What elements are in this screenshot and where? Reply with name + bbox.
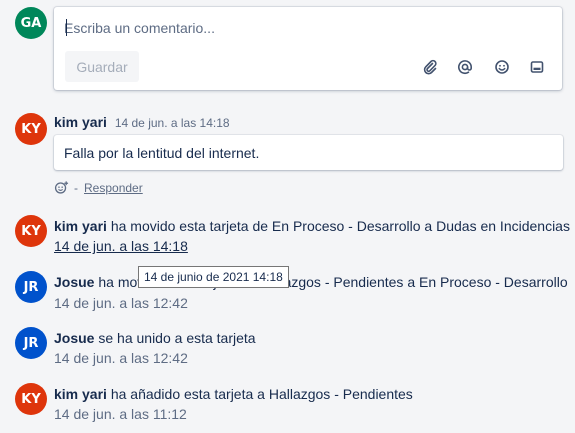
activity-time[interactable]: 14 de jun. a las 11:12 <box>54 406 187 422</box>
author-name[interactable]: kim yari <box>54 386 107 402</box>
comment-composer: Guardar <box>54 7 562 90</box>
activity-time[interactable]: 14 de jun. a las 12:42 <box>54 295 188 311</box>
author-name[interactable]: kim yari <box>54 218 107 234</box>
activity-description: se ha unido a esta tarjeta <box>98 330 256 346</box>
avatar[interactable]: GA <box>15 7 47 39</box>
activity-text: Josue ha movido esta tarjeta de Hallazgo… <box>54 274 568 290</box>
add-reaction-icon[interactable] <box>54 180 69 195</box>
activity-description: ha añadido esta tarjeta a Hallazgos - Pe… <box>110 386 413 402</box>
avatar-initials: JR <box>23 335 39 351</box>
avatar[interactable]: KY <box>15 215 47 247</box>
activity-time[interactable]: 14 de jun. a las 14:18 <box>54 238 188 254</box>
avatar[interactable]: KY <box>15 113 47 145</box>
avatar-initials: KY <box>21 391 41 407</box>
activity-text: kim yari ha añadido esta tarjeta a Halla… <box>54 386 413 402</box>
avatar-initials: JR <box>23 279 39 295</box>
avatar-initials: KY <box>21 223 41 239</box>
activity-description: ha movido esta tarjeta de En Proceso - D… <box>110 218 570 234</box>
comment-header: kim yari 14 de jun. a las 14:18 <box>54 114 230 130</box>
save-button[interactable]: Guardar <box>65 51 139 82</box>
author-name[interactable]: Josue <box>54 274 94 290</box>
avatar-initials: KY <box>21 121 41 137</box>
card-icon[interactable] <box>528 58 546 76</box>
comment-input[interactable] <box>64 17 544 39</box>
avatar[interactable]: JR <box>15 327 47 359</box>
author-name[interactable]: kim yari <box>54 114 107 130</box>
date-tooltip: 14 de junio de 2021 14:18 <box>138 266 289 288</box>
activity-text: Josue se ha unido a esta tarjeta <box>54 330 256 346</box>
text-caret <box>66 19 67 36</box>
emoji-icon[interactable] <box>493 58 511 76</box>
comment-time[interactable]: 14 de jun. a las 14:18 <box>115 116 230 130</box>
comment-text: Falla por la lentitud del internet. <box>64 145 260 161</box>
avatar[interactable]: KY <box>15 383 47 415</box>
avatar[interactable]: JR <box>15 271 47 303</box>
comment-body: Falla por la lentitud del internet. <box>54 135 563 170</box>
reply-link[interactable]: Responder <box>84 181 143 195</box>
attachment-icon[interactable] <box>421 58 439 76</box>
avatar-initials: GA <box>20 15 42 31</box>
comment-actions: - Responder <box>54 180 143 195</box>
activity-time[interactable]: 14 de jun. a las 12:42 <box>54 350 188 366</box>
mention-icon[interactable] <box>456 58 474 76</box>
separator: - <box>74 180 78 195</box>
activity-text: kim yari ha movido esta tarjeta de En Pr… <box>54 218 570 234</box>
author-name[interactable]: Josue <box>54 330 94 346</box>
